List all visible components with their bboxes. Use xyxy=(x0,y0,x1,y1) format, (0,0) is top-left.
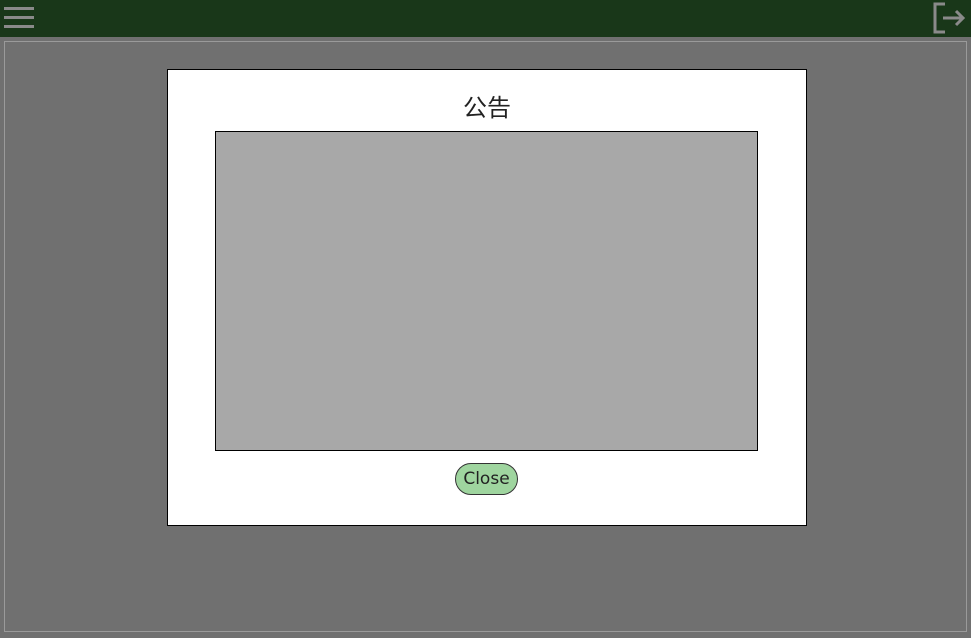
top-bar xyxy=(0,0,971,37)
close-button[interactable]: Close xyxy=(455,463,518,495)
logout-button[interactable] xyxy=(931,2,967,34)
hamburger-menu-icon xyxy=(4,7,34,28)
announcement-content-box xyxy=(215,131,758,451)
menu-button[interactable] xyxy=(4,6,34,30)
modal-title: 公告 xyxy=(463,94,511,122)
announcement-modal: 公告 Close xyxy=(167,69,807,526)
logout-icon xyxy=(933,2,966,34)
